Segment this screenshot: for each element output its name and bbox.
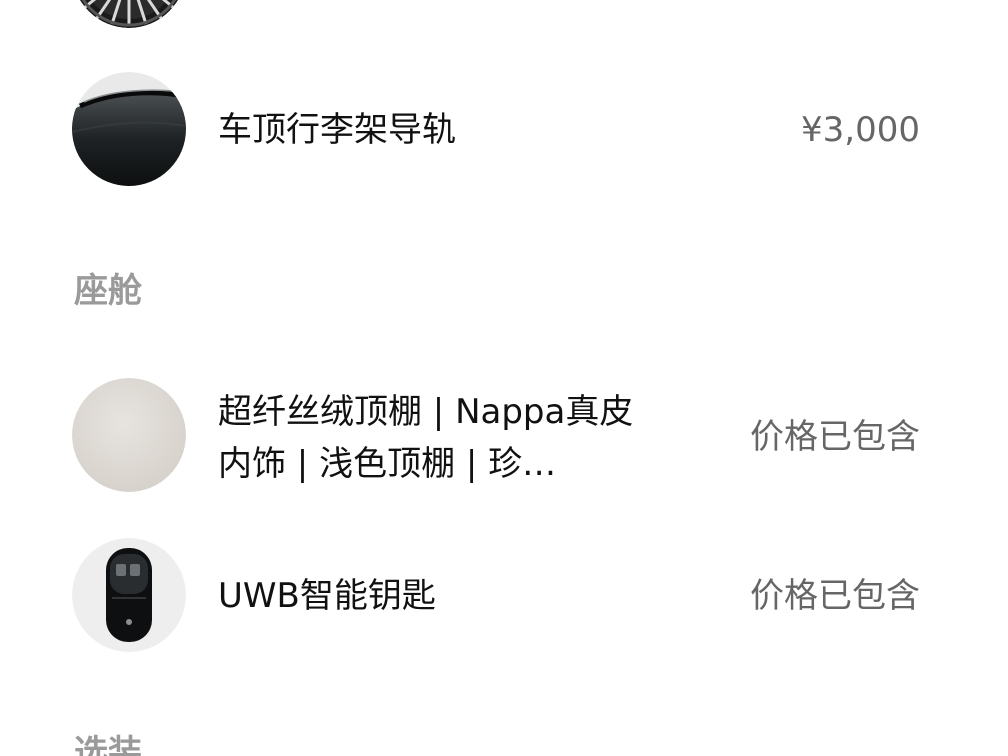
car-key-thumbnail	[72, 538, 186, 652]
item-name: UWB智能钥匙	[218, 576, 436, 616]
wheel-thumbnail	[72, 0, 186, 28]
roof-rail-thumbnail	[72, 72, 186, 186]
car-key-icon	[72, 538, 186, 652]
section-header-options: 选装	[74, 733, 142, 756]
item-price: 价格已包含	[750, 417, 920, 457]
item-name: 车顶行李架导轨	[218, 110, 456, 150]
wheel-icon	[79, 0, 179, 28]
roof-rail-icon	[72, 72, 186, 186]
item-name: 超纤丝绒顶棚 | Nappa真皮内饰 | 浅色顶棚 | 珍…	[218, 392, 634, 484]
item-price: 价格已包含	[750, 576, 920, 616]
headliner-thumbnail	[72, 378, 186, 492]
options-list-page: 车顶行李架导轨 ¥3,000 座舱 超纤丝绒顶棚 | Nappa真皮内饰 | 浅…	[0, 0, 1008, 756]
headliner-swatch-icon	[72, 378, 186, 492]
item-price: ¥3,000	[801, 110, 920, 150]
section-header-cabin: 座舱	[74, 271, 142, 311]
